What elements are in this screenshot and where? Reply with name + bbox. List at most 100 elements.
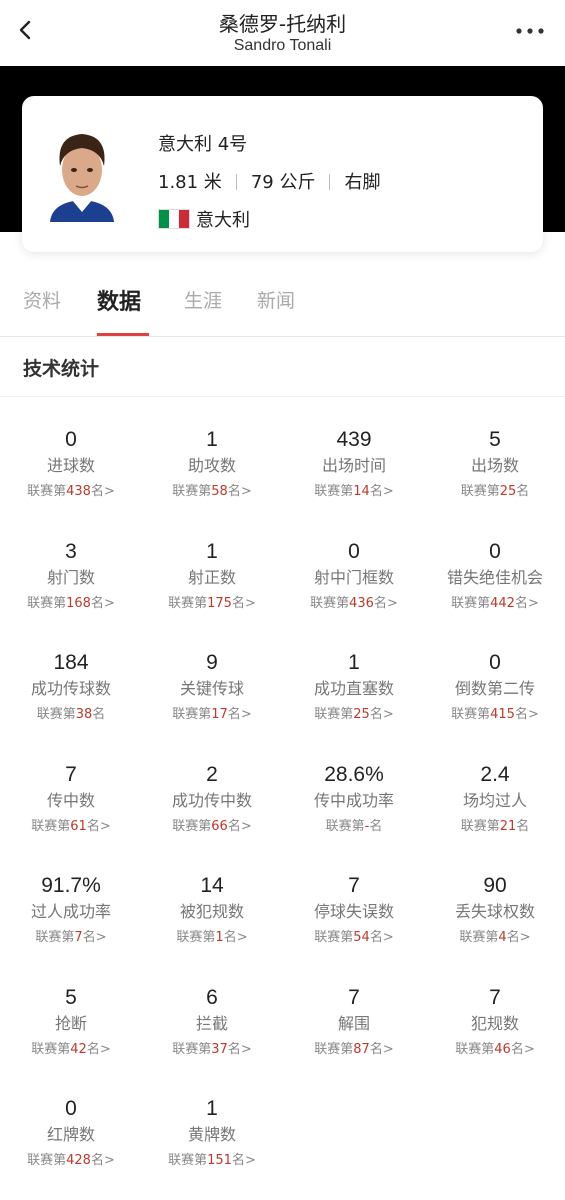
stat-rank[interactable]: 联赛第438名> — [1, 483, 141, 501]
stat-value: 9 — [206, 651, 218, 674]
rank-prefix: 联赛第 — [314, 1042, 354, 1057]
stat-cell[interactable]: 439 出场时间 联赛第14名> — [284, 426, 424, 501]
stat-label: 射门数 — [46, 568, 95, 587]
rank-prefix: 联赛第 — [451, 707, 491, 722]
stat-cell[interactable]: 2 成功传中数 联赛第66名> — [142, 761, 282, 836]
divider — [235, 174, 237, 190]
stat-cell[interactable]: 0 错失绝佳机会联赛第442名> — [425, 538, 565, 613]
player-avatar — [42, 122, 122, 222]
stat-label: 红牌数 — [46, 1125, 95, 1144]
stat-cell[interactable]: 0 射中门框数 联赛第436名> — [284, 538, 424, 613]
rank-suffix: 名> — [86, 819, 111, 834]
rank-number: 151 — [207, 1153, 232, 1168]
player-nationality-row: 意大利 — [158, 206, 250, 232]
stat-cell[interactable]: 5 抢断 联赛第42名> — [1, 984, 141, 1059]
rank-number: 14 — [353, 484, 370, 499]
rank-suffix: 名 — [516, 819, 530, 834]
stat-value: 3 — [65, 540, 77, 563]
italy-flag-icon — [158, 209, 190, 229]
rank-suffix: 名 — [92, 707, 106, 722]
player-card: 意大利 4号 1.81 米 79 公斤 右脚 意大利 — [22, 96, 543, 252]
stat-rank[interactable]: 联赛第58名> — [142, 483, 282, 501]
stat-label: 场均过人 — [462, 791, 527, 810]
stat-rank[interactable]: 联赛第14名> — [284, 483, 424, 501]
rank-prefix: 联赛第 — [325, 819, 365, 834]
stat-rank: 联赛第38名 — [1, 706, 141, 724]
tab-career[interactable]: 生涯 — [184, 286, 222, 313]
stat-rank[interactable]: 联赛第436名> — [284, 595, 424, 613]
stat-rank[interactable]: 联赛第61名> — [1, 818, 141, 836]
stat-cell[interactable]: 0 倒数第二传 联赛第415名> — [425, 649, 565, 724]
more-dots-icon[interactable] — [515, 26, 545, 36]
stat-label: 出场数 — [470, 456, 519, 475]
rank-suffix: 名> — [227, 707, 252, 722]
rank-prefix: 联赛第 — [172, 819, 212, 834]
stat-cell[interactable]: 0 进球数 联赛第438名> — [1, 426, 141, 501]
stat-cell[interactable]: 1 成功直塞数 联赛第25名> — [284, 649, 424, 724]
rank-suffix: 名> — [227, 1042, 252, 1057]
stat-cell[interactable]: 7 传中数 联赛第61名> — [1, 761, 141, 836]
stat-cell[interactable]: 6 拦截 联赛第37名> — [142, 984, 282, 1059]
stat-value: 0 — [65, 428, 77, 451]
rank-suffix: 名> — [369, 1042, 394, 1057]
rank-prefix: 联赛第 — [27, 596, 67, 611]
stat-rank[interactable]: 联赛第168名> — [1, 595, 141, 613]
stat-cell[interactable]: 90 丢失球权数 联赛第4名> — [425, 872, 565, 947]
stat-cell[interactable]: 1 黄牌数 联赛第151名> — [142, 1095, 282, 1170]
rank-prefix: 联赛第 — [31, 819, 71, 834]
stat-rank[interactable]: 联赛第37名> — [142, 1041, 282, 1059]
rank-prefix: 联赛第 — [27, 1153, 67, 1168]
rank-prefix: 联赛第 — [176, 930, 216, 945]
stat-value: 2 — [206, 763, 218, 786]
stat-cell[interactable]: 14 被犯规数 联赛第1名> — [142, 872, 282, 947]
tab-profile[interactable]: 资料 — [23, 286, 61, 313]
stat-rank[interactable]: 联赛第46名> — [425, 1041, 565, 1059]
stat-rank[interactable]: 联赛第442名> — [425, 595, 565, 613]
rank-number: 61 — [70, 819, 87, 834]
rank-number: 4 — [498, 930, 507, 945]
rank-number: 66 — [211, 819, 228, 834]
stat-cell[interactable]: 3 射门数联赛第168名> — [1, 538, 141, 613]
player-nationality: 意大利 — [196, 210, 250, 231]
stat-cell[interactable]: 1 射正数 联赛第175名> — [142, 538, 282, 613]
rank-number: 17 — [211, 707, 228, 722]
stat-value: 6 — [206, 986, 218, 1009]
stat-value: 7 — [489, 986, 501, 1009]
player-team-number: 意大利 4号 — [158, 134, 248, 155]
player-height: 1.81 米 — [158, 172, 222, 193]
stat-rank[interactable]: 联赛第25名> — [284, 706, 424, 724]
stat-rank[interactable]: 联赛第17名> — [142, 706, 282, 724]
stat-value: 7 — [348, 986, 360, 1009]
section-title: 技术统计 — [23, 358, 100, 380]
stat-cell[interactable]: 7 解围 联赛第87名> — [284, 984, 424, 1059]
rank-number: 436 — [349, 596, 374, 611]
rank-suffix: 名> — [369, 484, 394, 499]
stat-rank[interactable]: 联赛第66名> — [142, 818, 282, 836]
stat-rank[interactable]: 联赛第151名> — [142, 1152, 282, 1170]
stat-rank[interactable]: 联赛第415名> — [425, 706, 565, 724]
stat-rank[interactable]: 联赛第87名> — [284, 1041, 424, 1059]
stat-value: 1 — [206, 540, 218, 563]
tab-stats[interactable]: 数据 — [97, 284, 141, 316]
stat-cell[interactable]: 91.7% 过人成功率 联赛第7名> — [1, 872, 141, 947]
rank-suffix: 名> — [514, 707, 539, 722]
stat-rank[interactable]: 联赛第42名> — [1, 1041, 141, 1059]
stat-rank[interactable]: 联赛第175名> — [142, 595, 282, 613]
stat-rank[interactable]: 联赛第7名> — [1, 929, 141, 947]
stat-cell[interactable]: 0 红牌数 联赛第428名> — [1, 1095, 141, 1170]
stat-label: 过人成功率 — [30, 902, 111, 921]
rank-prefix: 联赛第 — [460, 819, 500, 834]
stat-rank[interactable]: 联赛第1名> — [142, 929, 282, 947]
stat-label: 被犯规数 — [179, 902, 244, 921]
stat-cell[interactable]: 7 停球失误数 联赛第54名> — [284, 872, 424, 947]
stat-cell: 2.4 场均过人 联赛第21名 — [425, 761, 565, 836]
stat-cell[interactable]: 1 助攻数 联赛第58名> — [142, 426, 282, 501]
stat-rank[interactable]: 联赛第428名> — [1, 1152, 141, 1170]
stat-rank[interactable]: 联赛第54名> — [284, 929, 424, 947]
stat-rank[interactable]: 联赛第4名> — [425, 929, 565, 947]
stat-value: 0 — [489, 540, 501, 563]
stat-label: 错失绝佳机会 — [446, 568, 543, 587]
tab-news[interactable]: 新闻 — [257, 286, 295, 313]
stat-cell[interactable]: 9 关键传球 联赛第17名> — [142, 649, 282, 724]
stat-cell[interactable]: 7 犯规数 联赛第46名> — [425, 984, 565, 1059]
